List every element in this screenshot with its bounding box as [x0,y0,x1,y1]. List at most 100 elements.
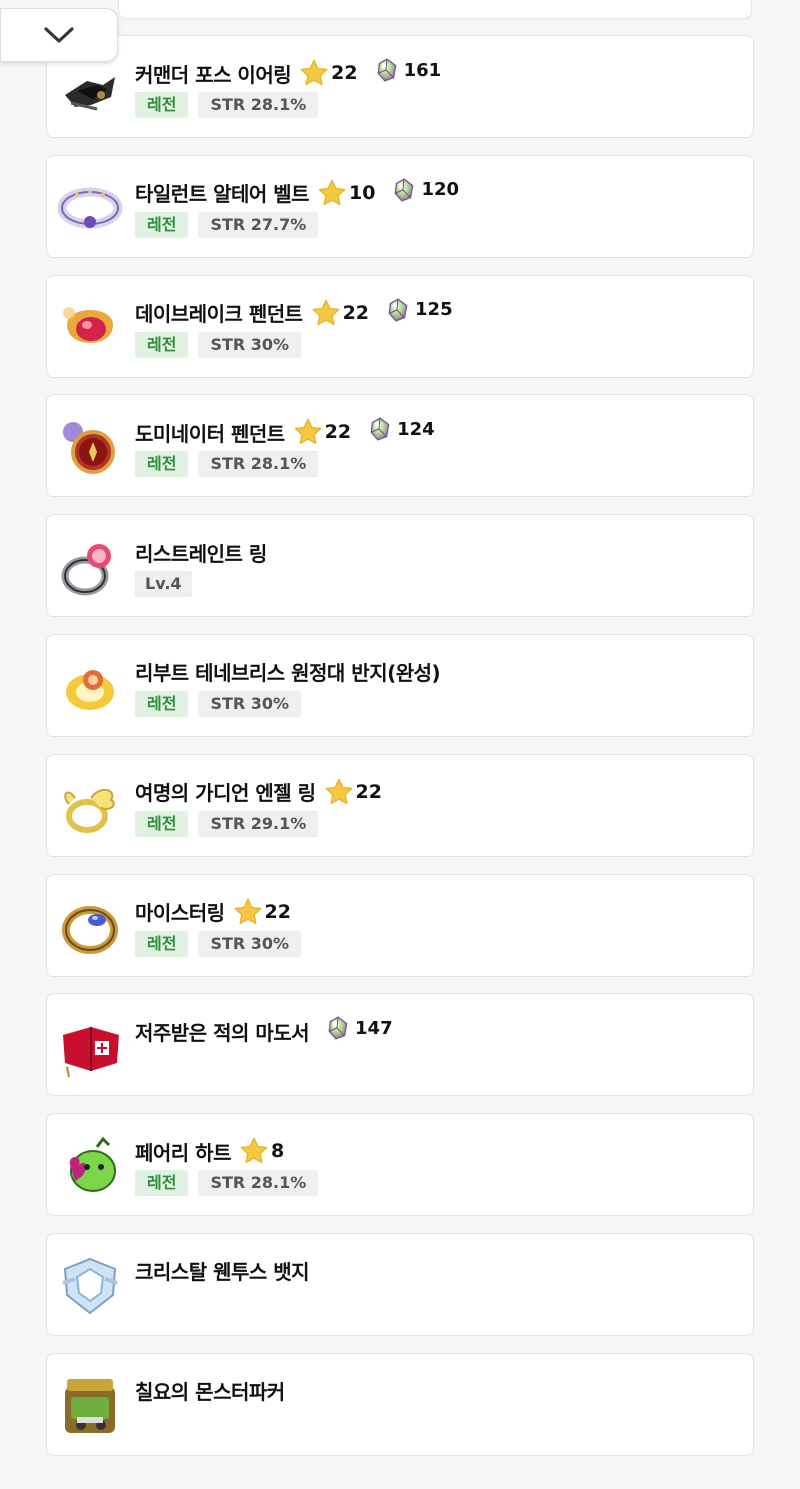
potential-stat-badge: STR 28.1% [198,1170,319,1197]
badge-row: 레전 STR 28.1% [135,92,741,118]
item-title-row: 리부트 테네브리스 원정대 반지(완성) [135,655,741,689]
equipment-item-card[interactable]: 여명의 가디언 엔젤 링 22 레전 STR 29.1% [46,753,754,857]
item-title-row: 도미네이터 펜던트 22 124 [135,415,741,449]
star-icon [325,778,352,804]
starforce-count: 8 [270,1140,285,1163]
gem-icon [377,58,397,82]
potential-grade-badge: 레전 [135,92,189,118]
equipment-item-card[interactable]: 마이스터링 22 레전 STR 30% [46,873,754,977]
item-title-row: 여명의 가디언 엔젤 링 22 [135,775,741,809]
potential-grade-badge: 레전 [135,1170,189,1197]
level-badge: Lv.4 [135,571,192,598]
item-name: 데이브레이크 펜던트 [135,302,303,327]
item-title-row: 마이스터링 22 [135,895,741,929]
meister-ring-icon [57,894,123,960]
daybreak-pendant-icon [57,295,123,361]
starforce-group: 22 [311,298,369,328]
item-title-row: 타일런트 알테어 벨트 10 120 [135,176,741,210]
equipment-item-card[interactable]: 타일런트 알테어 벨트 10 120 레전 STR 27.7% [46,154,754,258]
equipment-item-card[interactable]: 크리스탈 웬투스 뱃지 [46,1232,754,1336]
gem-group: 120 [391,177,459,203]
star-icon [318,179,346,205]
potential-grade-badge: 레전 [135,690,189,717]
crystal-ventus-badge-icon [57,1253,123,1319]
potential-grade-badge: 레전 [135,331,189,358]
equipment-item-card[interactable]: 저주받은 적의 마도서 147 [46,993,754,1097]
item-title-row: 칠요의 몬스터파커 [135,1374,741,1408]
gem-count: 147 [355,1017,393,1039]
potential-stat-badge: STR 28.1% [198,92,319,118]
gem-icon [388,297,408,322]
potential-stat-badge: STR 28.1% [198,451,319,478]
badge-row: 레전 STR 30% [135,690,741,717]
equipment-item-card[interactable]: 리스트레인트 링 Lv.4 [46,514,754,618]
item-name: 여명의 가디언 엔젤 링 [135,781,316,806]
starforce-count: 22 [324,421,352,444]
item-name: 리스트레인트 링 [135,541,267,566]
potential-stat-badge: STR 30% [198,690,302,717]
item-name: 마이스터링 [135,901,225,926]
starforce-count: 22 [355,780,382,803]
gem-group: 125 [385,297,453,323]
starforce-group: 22 [324,777,382,807]
item-name: 크리스탈 웬투스 뱃지 [135,1260,310,1285]
gem-group: 124 [367,416,435,442]
star-icon [312,299,339,325]
item-name: 저주받은 적의 마도서 [135,1020,310,1045]
starforce-count: 22 [264,900,291,923]
chevron-down-icon [44,27,74,43]
star-icon [300,59,328,86]
gem-count: 161 [403,59,442,81]
item-title-row: 저주받은 적의 마도서 147 [135,1014,741,1048]
item-title-row: 페어리 하트 8 [135,1134,741,1168]
collapse-button[interactable] [0,8,118,62]
item-title-row: 크리스탈 웬투스 뱃지 [135,1254,741,1288]
potential-stat-badge: STR 29.1% [198,810,319,837]
gem-count: 125 [415,299,453,321]
equipment-item-card[interactable]: 도미네이터 펜던트 22 124 레전 STR 28.1% [46,394,754,498]
starforce-count: 22 [342,301,370,324]
equipment-item-card[interactable]: 페어리 하트 8 레전 STR 28.1% [46,1113,754,1217]
starforce-group: 10 [317,178,375,208]
item-title-row: 리스트레인트 링 [135,535,741,569]
potential-stat-badge: STR 27.7% [198,211,319,238]
item-name: 커맨더 포스 이어링 [135,62,292,87]
equipment-item-card[interactable]: 리부트 테네브리스 원정대 반지(완성) 레전 STR 30% [46,633,754,737]
badge-row: 레전 STR 28.1% [135,1170,741,1197]
potential-grade-badge: 레전 [135,930,189,957]
item-name: 타일런트 알테어 벨트 [135,182,310,207]
item-title-row: 커맨더 포스 이어링 22 161 [135,56,741,90]
equipment-item-card[interactable]: 데이브레이크 펜던트 22 125 레전 STR 30% [46,274,754,378]
badge-row: 레전 STR 29.1% [135,810,741,837]
star-icon [294,419,322,445]
gem-group: 161 [374,57,442,83]
badge-row: Lv.4 [135,571,741,598]
starforce-count: 22 [331,62,358,84]
potential-grade-badge: 레전 [135,211,189,238]
commander-force-earring-icon [57,55,123,121]
top-strip [118,0,752,19]
potential-grade-badge: 레전 [135,810,189,837]
equipment-item-card[interactable]: 칠요의 몬스터파커 [46,1352,754,1456]
badge-row: 레전 STR 30% [135,331,741,358]
starforce-group: 8 [239,1136,284,1166]
item-name: 페어리 하트 [135,1140,231,1165]
item-name: 리부트 테네브리스 원정대 반지(완성) [135,661,441,686]
badge-row: 레전 STR 30% [135,930,741,957]
equipment-item-card[interactable]: 커맨더 포스 이어링 22 161 레전 STR 28.1% [46,35,754,138]
cursed-spellbook-icon [57,1013,123,1079]
potential-stat-badge: STR 30% [198,930,302,957]
item-name: 칠요의 몬스터파커 [135,1380,285,1405]
monster-parker-icon [57,1373,123,1439]
badge-row: 레전 STR 28.1% [135,451,741,478]
starforce-group: 22 [299,58,358,88]
restraint-ring-icon [57,534,123,600]
item-name: 도미네이터 펜던트 [135,421,285,446]
equipment-list: 커맨더 포스 이어링 22 161 레전 STR 28.1% 타일런트 알테어 벨트 10 1… [46,35,754,1473]
gem-count: 124 [397,418,435,440]
gem-icon [395,178,414,202]
gem-icon [328,1016,348,1041]
badge-row: 레전 STR 27.7% [135,211,741,238]
dominator-pendant-icon [57,414,123,480]
potential-stat-badge: STR 30% [198,331,302,358]
